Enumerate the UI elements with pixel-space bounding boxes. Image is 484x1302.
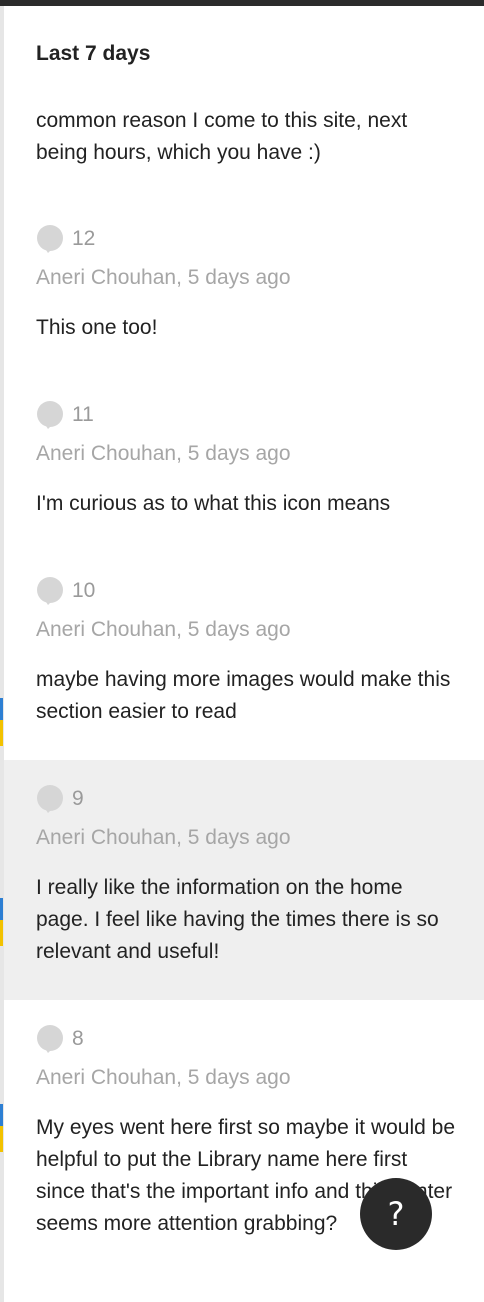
comment-bubble-icon (37, 785, 63, 813)
vote-count: 9 (72, 787, 84, 810)
edge-marker-yellow (0, 720, 3, 746)
vote-button[interactable]: 10 (36, 574, 95, 608)
comment-text: This one too! (36, 316, 158, 339)
vote-button[interactable]: 9 (36, 782, 84, 816)
comment-item: 8 Aneri Chouhan, 5 days ago My eyes went… (4, 1000, 484, 1302)
comment-text: I'm curious as to what this icon means (36, 492, 391, 515)
vote-count: 10 (72, 579, 96, 602)
edge-marker-yellow (0, 1126, 3, 1152)
help-button[interactable]: ? (360, 1178, 432, 1250)
comment-meta: Aneri Chouhan, 5 days ago (36, 1066, 291, 1089)
comment-text: maybe having more images would make this… (36, 668, 451, 723)
edge-marker-blue (0, 898, 3, 920)
comment-item: 12 Aneri Chouhan, 5 days ago This one to… (4, 200, 484, 376)
comment-item: 10 Aneri Chouhan, 5 days ago maybe havin… (4, 552, 484, 760)
comment-meta: Aneri Chouhan, 5 days ago (36, 826, 291, 849)
partial-comment-text: common reason I come to this site, next … (36, 109, 408, 164)
vote-count: 8 (72, 1027, 84, 1050)
comment-item: 11 Aneri Chouhan, 5 days ago I'm curious… (4, 376, 484, 552)
vote-count: 11 (72, 403, 94, 426)
vote-count: 12 (72, 227, 96, 250)
edge-marker-blue (0, 698, 3, 720)
section-heading: Last 7 days (36, 42, 151, 65)
comments-panel: Last 7 days common reason I come to this… (4, 6, 484, 1302)
comment-bubble-icon (37, 577, 63, 605)
comment-item-highlighted: 9 Aneri Chouhan, 5 days ago I really lik… (4, 760, 484, 1000)
edge-marker-blue (0, 1104, 3, 1126)
vote-button[interactable]: 12 (36, 222, 95, 256)
comment-bubble-icon (37, 401, 63, 429)
vote-button[interactable]: 11 (36, 398, 94, 432)
comment-text: I really like the information on the hom… (36, 876, 439, 963)
comment-bubble-icon (37, 225, 63, 253)
comment-meta: Aneri Chouhan, 5 days ago (36, 266, 291, 289)
comment-meta: Aneri Chouhan, 5 days ago (36, 618, 291, 641)
comment-bubble-icon (37, 1025, 63, 1053)
edge-marker-yellow (0, 920, 3, 946)
comment-meta: Aneri Chouhan, 5 days ago (36, 442, 291, 465)
vote-button[interactable]: 8 (36, 1022, 84, 1056)
question-mark-icon: ? (387, 1195, 405, 1233)
